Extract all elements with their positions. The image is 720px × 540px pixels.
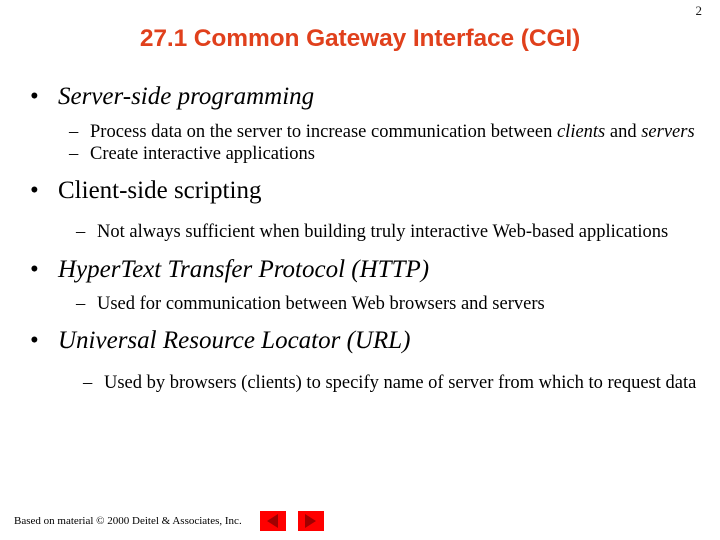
bullet-text: Universal Resource Locator (URL) [58,327,411,355]
copyright-credit: Based on material © 2000 Deitel & Associ… [14,514,242,527]
bullet-marker: • [30,83,39,110]
sub-bullet-marker: – [76,222,86,243]
navigation-buttons [259,511,324,531]
slide-body: • Server-side programming – Process data… [0,82,720,394]
previous-slide-button[interactable] [259,511,286,531]
bullet-marker: • [30,327,39,355]
sub-bullet-text: Used for communication between Web brows… [97,294,545,315]
bullet-item-2: • Client-side scripting [0,176,720,206]
sub-bullet-text: Process data on the server to increase c… [90,121,695,142]
bullet-item-3: • HyperText Transfer Protocol (HTTP) [0,255,720,285]
slide-footer: Based on material © 2000 Deitel & Associ… [14,511,324,531]
triangle-right-icon [305,514,317,528]
triangle-left-icon [267,514,279,528]
sub-bullet-marker: – [69,121,79,142]
sub-bullet-marker: – [83,372,93,393]
page-number: 2 [695,3,703,18]
bullet-item-1: • Server-side programming [0,82,720,112]
bullet-text: Client-side scripting [58,176,262,204]
sub-bullet-marker: – [76,294,86,315]
sub-bullet-text: Used by browsers (clients) to specify na… [104,372,697,393]
slide-canvas: 2 27.1 Common Gateway Interface (CGI) • … [0,0,720,540]
sub-bullet-1-2: – Create interactive applications [0,143,720,165]
sub-bullet-text: Not always sufficient when building trul… [97,222,669,243]
bullet-item-4: • Universal Resource Locator (URL) [0,326,720,356]
bullet-text: Server-side programming [58,83,315,110]
next-slide-button[interactable] [297,511,324,531]
bullet-marker: • [30,176,39,204]
bullet-marker: • [30,255,39,283]
sub-bullet-4-1: – Used by browsers (clients) to specify … [0,372,720,394]
sub-bullet-3-1: – Used for communication between Web bro… [0,293,720,315]
sub-bullet-1-1: – Process data on the server to increase… [0,121,720,143]
slide-title: 27.1 Common Gateway Interface (CGI) [139,25,581,52]
sub-bullet-text: Create interactive applications [90,143,315,164]
bullet-text: HyperText Transfer Protocol (HTTP) [58,255,430,283]
sub-bullet-marker: – [69,143,79,164]
sub-bullet-2-1: – Not always sufficient when building tr… [0,221,720,243]
